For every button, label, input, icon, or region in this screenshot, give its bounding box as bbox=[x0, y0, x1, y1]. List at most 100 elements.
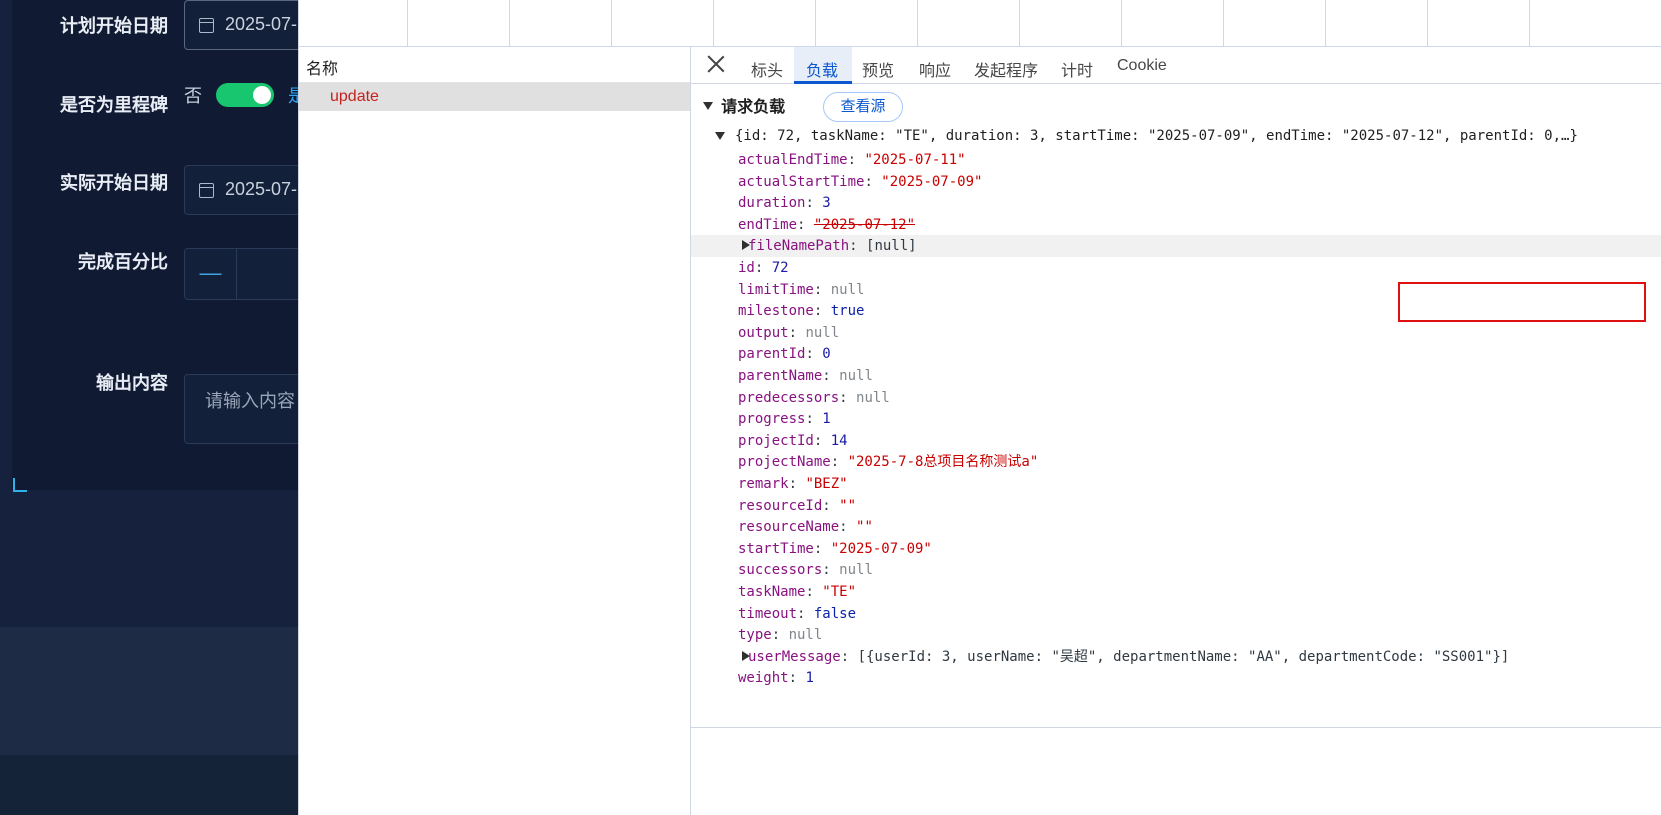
property-key: successors bbox=[738, 562, 823, 579]
payload-property-row: type: null bbox=[691, 624, 1661, 646]
property-text: projectName: "2025-7-8总项目名称测试a" bbox=[738, 451, 1038, 473]
devtools-network-panel: 名称 update 标头 负载 预览 响应 发起程序 计时 Cookie 请求负… bbox=[298, 0, 1661, 815]
colon-separator: : bbox=[847, 152, 865, 168]
tab-timing[interactable]: 计时 bbox=[1061, 57, 1093, 81]
property-text: id: 72 bbox=[738, 257, 789, 279]
property-value: null bbox=[830, 281, 865, 298]
payload-property-row: resourceId: "" bbox=[691, 495, 1661, 517]
request-list: 名称 update bbox=[299, 47, 691, 815]
property-key: limitTime bbox=[738, 281, 814, 298]
property-key: output bbox=[738, 324, 789, 341]
property-text: milestone: true bbox=[738, 300, 864, 322]
colon-separator: : bbox=[805, 411, 823, 428]
property-key: userMessage bbox=[748, 648, 841, 665]
decrement-button[interactable]: — bbox=[185, 249, 237, 299]
payload-property-row: output: null bbox=[691, 322, 1661, 344]
property-key: timeout bbox=[738, 605, 798, 622]
property-value: "2025-07-12" bbox=[813, 216, 916, 233]
actual-start-value: 2025-07- bbox=[225, 179, 298, 199]
property-key: actualEndTime bbox=[738, 152, 848, 168]
tab-headers[interactable]: 标头 bbox=[751, 57, 783, 81]
property-key: endTime bbox=[738, 216, 798, 233]
colon-separator: : bbox=[830, 454, 848, 471]
waterfall-gridline bbox=[713, 0, 714, 46]
colon-separator: : bbox=[822, 368, 840, 384]
property-key: fileNamePath bbox=[748, 238, 850, 255]
property-key: resourceName bbox=[738, 519, 840, 536]
colon-separator: : bbox=[839, 389, 857, 406]
waterfall-gridline bbox=[1529, 0, 1530, 46]
property-text: startTime: "2025-07-09" bbox=[738, 538, 932, 560]
property-value: null bbox=[805, 324, 840, 341]
payload-section-header[interactable]: 请求负载 bbox=[703, 93, 785, 117]
payload-property-row: parentId: 0 bbox=[691, 343, 1661, 365]
payload-title: 请求负载 bbox=[721, 99, 786, 116]
property-text: resourceId: "" bbox=[738, 495, 856, 517]
property-value: "2025-07-09" bbox=[830, 540, 932, 557]
property-value: null bbox=[788, 627, 823, 644]
expand-triangle-icon[interactable] bbox=[742, 240, 750, 251]
property-value: "" bbox=[856, 519, 873, 536]
property-value: "BEZ" bbox=[805, 476, 848, 492]
calendar-icon bbox=[199, 18, 214, 33]
property-value: 1 bbox=[822, 411, 831, 428]
colon-separator: : bbox=[788, 670, 806, 687]
colon-separator: : bbox=[840, 648, 858, 665]
tab-preview[interactable]: 预览 bbox=[862, 57, 894, 81]
colon-separator: : bbox=[864, 173, 882, 190]
colon-separator: : bbox=[788, 324, 806, 341]
tab-initiator[interactable]: 发起程序 bbox=[974, 57, 1038, 81]
plan-start-label: 计划开始日期 bbox=[60, 16, 168, 36]
network-waterfall-overview bbox=[299, 0, 1661, 47]
tab-cookie[interactable]: Cookie bbox=[1117, 57, 1167, 75]
property-key: projectId bbox=[738, 432, 814, 449]
toggle-knob bbox=[253, 86, 271, 104]
property-value: "2025-7-8总项目名称测试a" bbox=[847, 454, 1039, 471]
payload-property-row: startTime: "2025-07-09" bbox=[691, 538, 1661, 560]
property-key: progress bbox=[738, 411, 806, 428]
payload-property-row: id: 72 bbox=[691, 257, 1661, 279]
request-row-update[interactable]: update bbox=[299, 83, 690, 111]
property-text: duration: 3 bbox=[738, 192, 831, 214]
name-column-header[interactable]: 名称 bbox=[299, 47, 690, 83]
property-value: 14 bbox=[830, 432, 848, 449]
waterfall-gridline bbox=[1427, 0, 1428, 46]
form-corner-decoration bbox=[13, 478, 27, 492]
collapse-triangle-icon bbox=[703, 102, 713, 110]
payload-property-row: predecessors: null bbox=[691, 387, 1661, 409]
colon-separator: : bbox=[813, 281, 831, 298]
property-text: userMessage: [{userId: 3, userName: "吴超"… bbox=[742, 646, 1509, 668]
payload-property-row[interactable]: userMessage: [{userId: 3, userName: "吴超"… bbox=[691, 646, 1661, 668]
tab-payload[interactable]: 负载 bbox=[806, 57, 838, 81]
payload-property-row: resourceName: "" bbox=[691, 516, 1661, 538]
view-source-button[interactable]: 查看源 bbox=[823, 92, 903, 122]
waterfall-gridline bbox=[1325, 0, 1326, 46]
close-icon[interactable] bbox=[705, 53, 727, 75]
colon-separator: : bbox=[805, 195, 823, 212]
payload-property-row[interactable]: fileNamePath: [null] bbox=[691, 235, 1661, 258]
tab-response[interactable]: 响应 bbox=[919, 57, 951, 81]
property-text: weight: 1 bbox=[738, 667, 814, 689]
property-text: resourceName: "" bbox=[738, 516, 873, 538]
payload-property-row: actualStartTime: "2025-07-09" bbox=[691, 171, 1661, 193]
waterfall-gridline bbox=[407, 0, 408, 46]
waterfall-gridline bbox=[611, 0, 612, 46]
property-key: projectName bbox=[738, 454, 831, 471]
detail-bottom-divider bbox=[691, 727, 1661, 728]
property-text: output: null bbox=[738, 322, 839, 344]
property-text: remark: "BEZ" bbox=[738, 473, 848, 495]
payload-property-row: projectId: 14 bbox=[691, 430, 1661, 452]
property-value: null bbox=[839, 562, 873, 579]
property-text: fileNamePath: [null] bbox=[742, 235, 917, 257]
colon-separator: : bbox=[839, 519, 857, 536]
payload-summary-row[interactable]: {id: 72, taskName: "TE", duration: 3, st… bbox=[691, 125, 1661, 147]
collapse-triangle-icon bbox=[715, 132, 725, 140]
active-tab-indicator bbox=[794, 81, 852, 84]
output-label: 输出内容 bbox=[96, 373, 168, 393]
property-key: id bbox=[738, 260, 755, 276]
expand-triangle-icon[interactable] bbox=[742, 650, 750, 661]
property-value: true bbox=[830, 303, 865, 320]
plan-start-value: 2025-07- bbox=[225, 14, 298, 34]
property-value: [null] bbox=[866, 238, 917, 255]
milestone-toggle[interactable] bbox=[216, 83, 274, 107]
